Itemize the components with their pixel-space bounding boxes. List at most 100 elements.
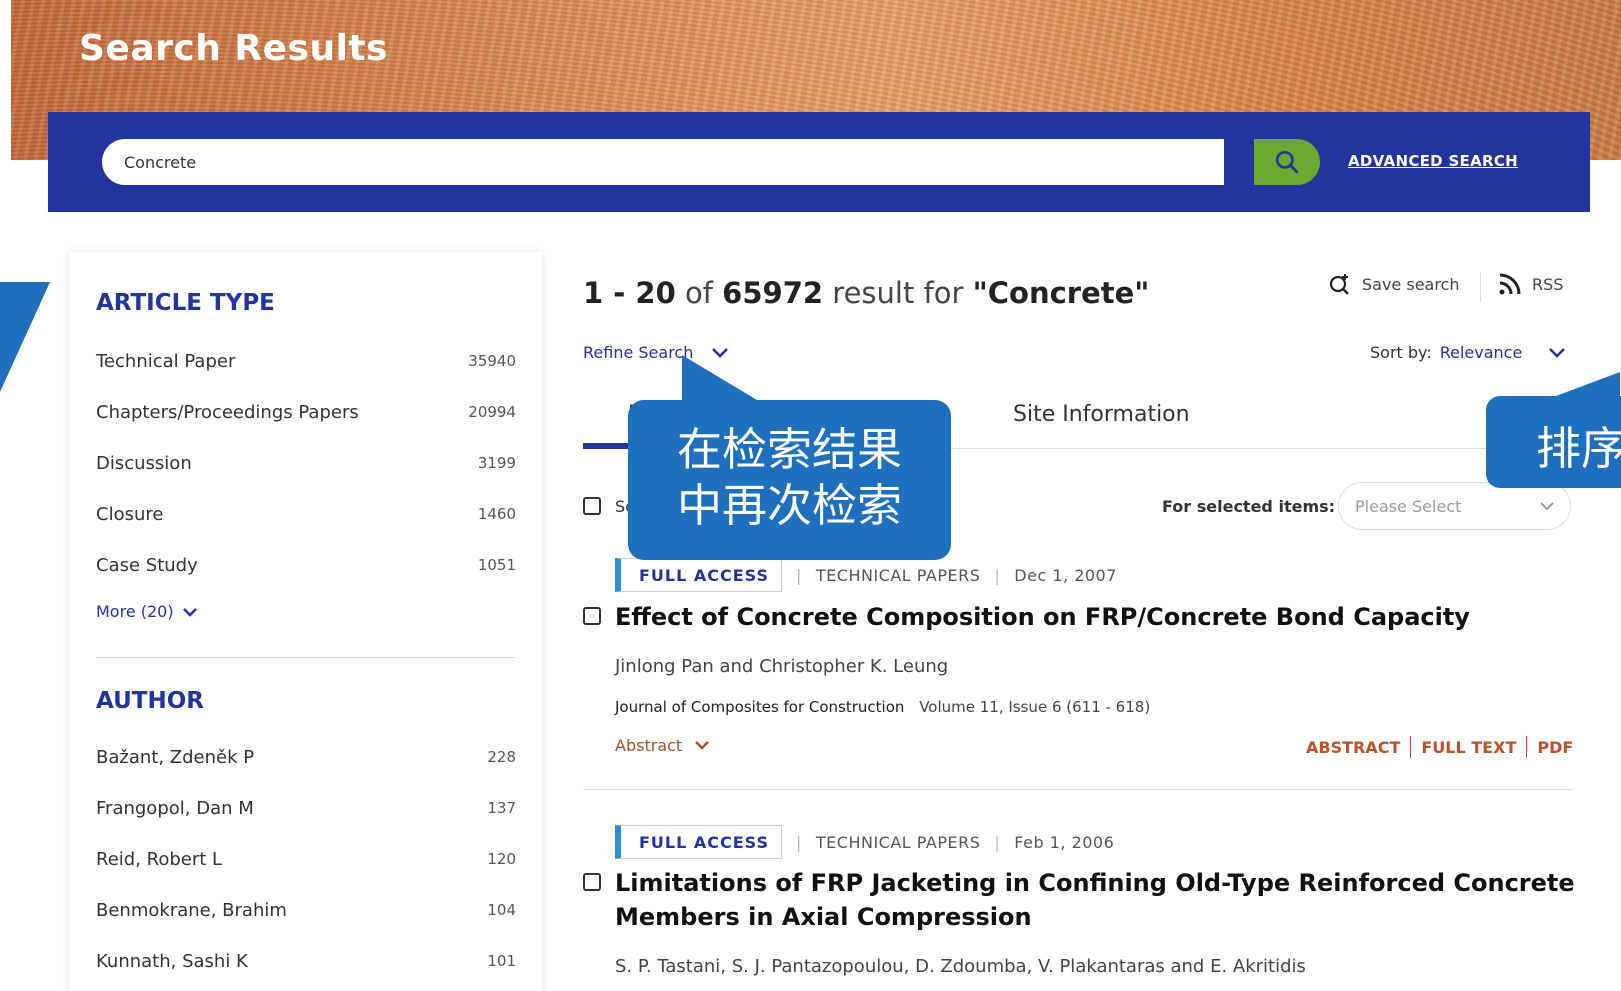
chevron-down-icon [695,741,710,750]
abstract-link[interactable]: ABSTRACT [1306,738,1400,757]
filter-divider [96,657,516,658]
facet-label: Technical Paper [96,350,236,372]
save-search-icon [1329,274,1349,295]
facet-count: 101 [487,952,516,970]
annotation-callout-pointer [682,355,762,403]
facet-label: Closure [96,503,164,525]
annotation-callout-refine: 在检索结果 中再次检索 [628,400,951,560]
facet-item[interactable]: Chapters/Proceedings Papers 20994 [96,397,516,427]
select-all-checkbox[interactable] [583,497,601,515]
facet-count: 1051 [477,556,516,574]
for-selected-label: For selected items: [1162,497,1336,516]
facet-item[interactable]: Benmokrane, Brahim 104 [96,895,516,925]
search-box [102,139,1224,185]
facet-item[interactable]: Kunnath, Sashi K 101 [96,946,516,976]
journal-volume: Volume 11, Issue 6 (611 - 618) [919,698,1151,716]
results-of: of [684,276,713,310]
journal-name[interactable]: Journal of Composites for Construction [615,698,904,716]
result-divider [583,789,1573,790]
facet-count: 1460 [477,505,516,523]
abstract-toggle[interactable]: Abstract [615,736,710,755]
facet-label: Frangopol, Dan M [96,797,254,819]
result-date: Dec 1, 2007 [1014,565,1117,585]
facet-count: 3199 [477,454,516,472]
result-links: ABSTRACT FULL TEXT PDF [1306,736,1573,758]
advanced-search-link[interactable]: ADVANCED SEARCH [1348,152,1518,170]
filter-heading-author: AUTHOR [96,688,204,714]
save-search-button[interactable]: Save search [1328,272,1460,296]
callout-line: 中再次检索 [676,479,902,532]
abstract-toggle-label: Abstract [615,736,683,755]
result-tagline: FULL ACCESS | TECHNICAL PAPERS | Feb 1, … [615,825,1114,859]
results-for: result for [832,276,964,310]
result-checkbox[interactable] [583,873,601,891]
facet-label: Reid, Robert L [96,848,223,870]
full-text-link[interactable]: FULL TEXT [1421,738,1516,757]
pdf-link[interactable]: PDF [1537,738,1573,757]
tagline-separator: | [796,832,802,852]
results-query: "Concrete" [972,276,1150,310]
chevron-down-icon [1540,502,1554,511]
access-badge: FULL ACCESS [615,558,783,592]
tagline-separator: | [994,565,1001,585]
results-total: 65972 [722,276,824,310]
result-title-link[interactable]: Limitations of FRP Jacketing in Confinin… [615,866,1575,934]
tab-site-information[interactable]: Site Information [1013,402,1190,427]
result-type: TECHNICAL PAPERS [815,832,981,852]
result-type: TECHNICAL PAPERS [815,565,981,585]
chevron-down-icon [1549,347,1566,358]
result-checkbox[interactable] [583,607,601,625]
filter-heading-article-type: ARTICLE TYPE [96,290,275,316]
search-button[interactable] [1254,139,1320,185]
access-badge: FULL ACCESS [615,825,783,859]
result-authors: S. P. Tastani, S. J. Pantazopoulou, D. Z… [615,956,1306,977]
save-search-label: Save search [1362,274,1460,294]
facet-item[interactable]: Technical Paper 35940 [96,346,516,376]
search-icon [1275,150,1299,174]
facet-item[interactable]: Case Study 1051 [96,550,516,580]
facet-label: Kunnath, Sashi K [96,950,248,972]
bulk-action-placeholder: Please Select [1355,496,1462,516]
refine-search-label: Refine Search [583,343,694,362]
facet-count: 228 [487,748,516,766]
chevron-down-icon [182,607,197,617]
sort-dropdown[interactable]: Sort by: Relevance [1370,343,1566,362]
facet-count: 20994 [468,403,516,421]
search-input[interactable] [124,139,1204,185]
result-journal: Journal of Composites for Construction V… [615,698,1150,716]
facet-item[interactable]: Frangopol, Dan M 137 [96,793,516,823]
more-article-types-link[interactable]: More (20) [96,602,198,621]
rss-icon [1499,273,1521,295]
link-separator [1410,736,1412,758]
facet-label: Case Study [96,554,198,576]
facet-count: 35940 [468,352,516,370]
facet-item[interactable]: Discussion 3199 [96,448,516,478]
search-bar: ADVANCED SEARCH [48,112,1590,212]
rss-label: RSS [1532,274,1564,294]
facet-label: Benmokrane, Brahim [96,899,287,921]
facet-item[interactable]: Bažant, Zdeněk P 228 [96,742,516,772]
header-separator [1480,272,1481,302]
sort-label: Sort by: [1370,343,1432,362]
tagline-separator: | [994,832,1001,852]
facet-item[interactable]: Reid, Robert L 120 [96,844,516,874]
facet-count: 137 [487,799,516,817]
tagline-separator: | [796,565,802,585]
more-label: More (20) [96,602,174,621]
annotation-callout-left [0,282,50,392]
filter-panel: ARTICLE TYPE Technical Paper 35940 Chapt… [69,252,542,991]
link-separator [1526,736,1528,758]
facet-item[interactable]: Closure 1460 [96,499,516,529]
rss-button[interactable]: RSS [1498,272,1563,296]
annotation-callout-sort: 排序 [1486,396,1621,488]
results-range: 1 - 20 [583,276,676,310]
facet-label: Bažant, Zdeněk P [96,746,255,768]
result-title-link[interactable]: Effect of Concrete Composition on FRP/Co… [615,600,1575,634]
facet-label: Discussion [96,452,192,474]
bulk-action-select[interactable]: Please Select [1338,482,1571,530]
facet-label: Chapters/Proceedings Papers [96,401,359,423]
callout-line: 在检索结果 [676,423,902,476]
sort-value: Relevance [1439,343,1523,362]
facet-count: 104 [487,901,516,919]
results-count: 1 - 20 of 65972 result for "Concrete" [583,276,1149,310]
